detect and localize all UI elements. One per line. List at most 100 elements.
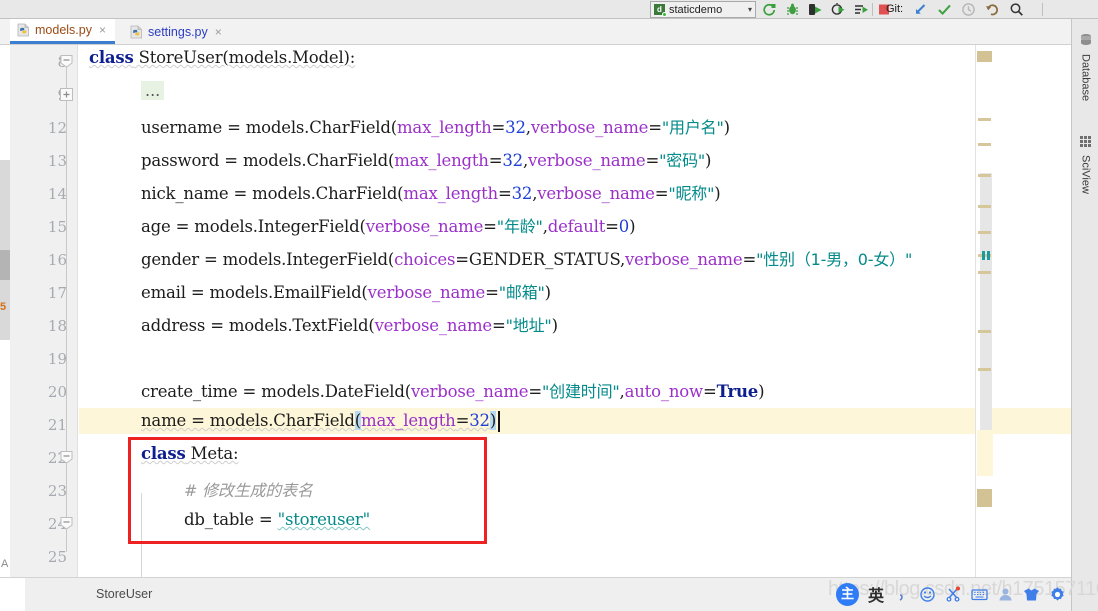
analysis-status-marker: A — [1, 558, 9, 570]
python-file-icon — [17, 23, 30, 37]
run-icon[interactable] — [808, 2, 823, 17]
code-line-23: # 修改生成的表名 — [184, 481, 313, 500]
indent-guide — [141, 493, 142, 577]
left-strip-segment — [0, 160, 10, 255]
debug-bug-icon[interactable] — [785, 2, 800, 17]
main-toolbar: d staticdemo ▾ Git: — [0, 0, 1098, 19]
ime-scissors-icon[interactable] — [945, 586, 962, 603]
fold-expand-icon[interactable] — [60, 88, 73, 101]
code-line-24: db_table = "storeuser" — [184, 510, 370, 529]
line-number: 16 — [47, 251, 67, 269]
fold-collapse-icon[interactable] — [60, 451, 73, 464]
ime-keyboard-icon[interactable] — [971, 586, 988, 603]
scrollbar-thumb[interactable] — [980, 173, 992, 441]
tab-settings-py[interactable]: settings.py × — [123, 19, 231, 44]
sidebar-item-sciview[interactable]: SciView — [1072, 135, 1098, 194]
code-line-18: address = models.TextField(verbose_name=… — [141, 316, 558, 335]
line-number-gutter[interactable]: 8 9 12 13 14 15 16 17 18 19 20 21 22 23 … — [10, 45, 78, 577]
run-configuration-selector[interactable]: d staticdemo ▾ — [650, 1, 756, 18]
line-number: 14 — [47, 185, 67, 203]
tab-models-py[interactable]: models.py × — [10, 19, 115, 44]
breadcrumb[interactable]: StoreUser — [96, 587, 152, 601]
error-stripe-marker-bar[interactable] — [975, 45, 993, 577]
toolbar-left-blank — [0, 0, 640, 18]
stripe-marker[interactable] — [977, 51, 992, 62]
fold-collapse-icon[interactable] — [60, 517, 73, 530]
ime-logo-icon[interactable]: 主 — [836, 582, 859, 606]
stripe-marker[interactable] — [978, 205, 991, 208]
matching-bracket-close: ) — [489, 411, 497, 430]
code-line-20: create_time = models.DateField(verbose_n… — [141, 382, 765, 401]
ime-settings-gear-icon[interactable] — [1049, 586, 1066, 603]
code-line-22: class Meta: — [141, 444, 239, 463]
stripe-marker[interactable] — [978, 231, 991, 234]
editor-left-strip: 5 A — [0, 45, 10, 577]
ime-toolbar: 主 英 — [836, 582, 1066, 606]
chevron-down-icon: ▾ — [747, 5, 752, 14]
code-line-21: name = models.CharField(max_length=32) — [141, 411, 497, 430]
teal-marker[interactable] — [982, 251, 985, 260]
line-number: 21 — [47, 416, 67, 434]
keyword-class: class — [89, 48, 134, 67]
ime-comma-icon[interactable] — [893, 586, 910, 603]
stripe-marker[interactable] — [978, 271, 991, 274]
tab-label: settings.py — [148, 24, 208, 39]
stripe-marker[interactable] — [978, 368, 991, 371]
left-strip-segment-active — [0, 250, 10, 280]
toolbar-separator-2 — [1042, 3, 1043, 16]
code-surface[interactable]: class StoreUser(models.Model): ... usern… — [79, 45, 1071, 577]
git-label: Git: — [886, 3, 904, 15]
code-editor[interactable]: 5 A 8 9 12 13 14 15 16 17 18 19 20 21 22… — [0, 45, 1071, 577]
ime-emoji-icon[interactable] — [919, 586, 936, 603]
sidebar-item-label: Database — [1079, 54, 1092, 102]
code-line-16: gender = models.IntegerField(choices=GEN… — [141, 250, 913, 269]
fold-guide-line — [66, 67, 67, 552]
search-everywhere-icon[interactable] — [1009, 2, 1024, 17]
tabbar-stub — [0, 19, 10, 44]
stripe-marker[interactable] — [978, 174, 991, 177]
code-line-8: class StoreUser(models.Model): — [89, 48, 355, 67]
text-caret — [498, 411, 500, 432]
sciview-grid-icon — [1079, 135, 1092, 151]
ime-user-icon[interactable] — [997, 586, 1014, 603]
folded-region-placeholder[interactable]: ... — [141, 81, 165, 100]
fold-collapse-icon[interactable] — [60, 55, 73, 68]
line-number: 25 — [47, 548, 67, 566]
rerun-icon[interactable] — [762, 2, 777, 17]
sidebar-item-database[interactable]: Database — [1072, 33, 1098, 101]
sidebar-item-label: SciView — [1079, 155, 1092, 194]
git-update-project-icon[interactable] — [913, 2, 928, 17]
code-line-14: nick_name = models.CharField(max_length=… — [141, 184, 721, 203]
debug-run-icon[interactable] — [831, 2, 846, 17]
stripe-marker[interactable] — [978, 143, 991, 146]
python-file-icon — [130, 25, 143, 39]
toolbar-separator-1 — [872, 3, 873, 16]
line-number: 12 — [47, 119, 67, 137]
line-number: 13 — [47, 152, 67, 170]
code-line-13: password = models.CharField(max_length=3… — [141, 151, 712, 170]
ime-skin-icon[interactable] — [1023, 586, 1040, 603]
git-commit-checkmark-icon[interactable] — [937, 2, 952, 17]
git-toolbar — [913, 0, 1024, 19]
teal-marker[interactable] — [987, 251, 990, 260]
editor-tab-bar: models.py × settings.py × — [0, 19, 1071, 45]
stripe-marker[interactable] — [978, 118, 991, 121]
code-line-12: username = models.CharField(max_length=3… — [141, 118, 730, 137]
line-number: 23 — [47, 482, 67, 500]
git-rollback-icon[interactable] — [985, 2, 1000, 17]
pycharm-window: d staticdemo ▾ Git: models.py × settings… — [0, 0, 1098, 611]
git-history-clock-icon[interactable] — [961, 2, 976, 17]
line-number: 15 — [47, 218, 67, 236]
ime-mode-label[interactable]: 英 — [868, 582, 884, 606]
run-with-coverage-icon[interactable] — [854, 2, 869, 17]
database-icon — [1079, 33, 1093, 50]
close-icon[interactable]: × — [215, 26, 222, 38]
code-line-15: age = models.IntegerField(verbose_name="… — [141, 217, 636, 236]
line-number: 20 — [47, 383, 67, 401]
code-line-17: email = models.EmailField(verbose_name="… — [141, 283, 551, 302]
stripe-marker[interactable] — [978, 330, 991, 333]
stripe-marker[interactable] — [977, 489, 992, 507]
close-icon[interactable]: × — [99, 24, 106, 36]
current-line-stripe — [977, 430, 993, 476]
run-configuration-label: staticdemo — [669, 3, 723, 16]
